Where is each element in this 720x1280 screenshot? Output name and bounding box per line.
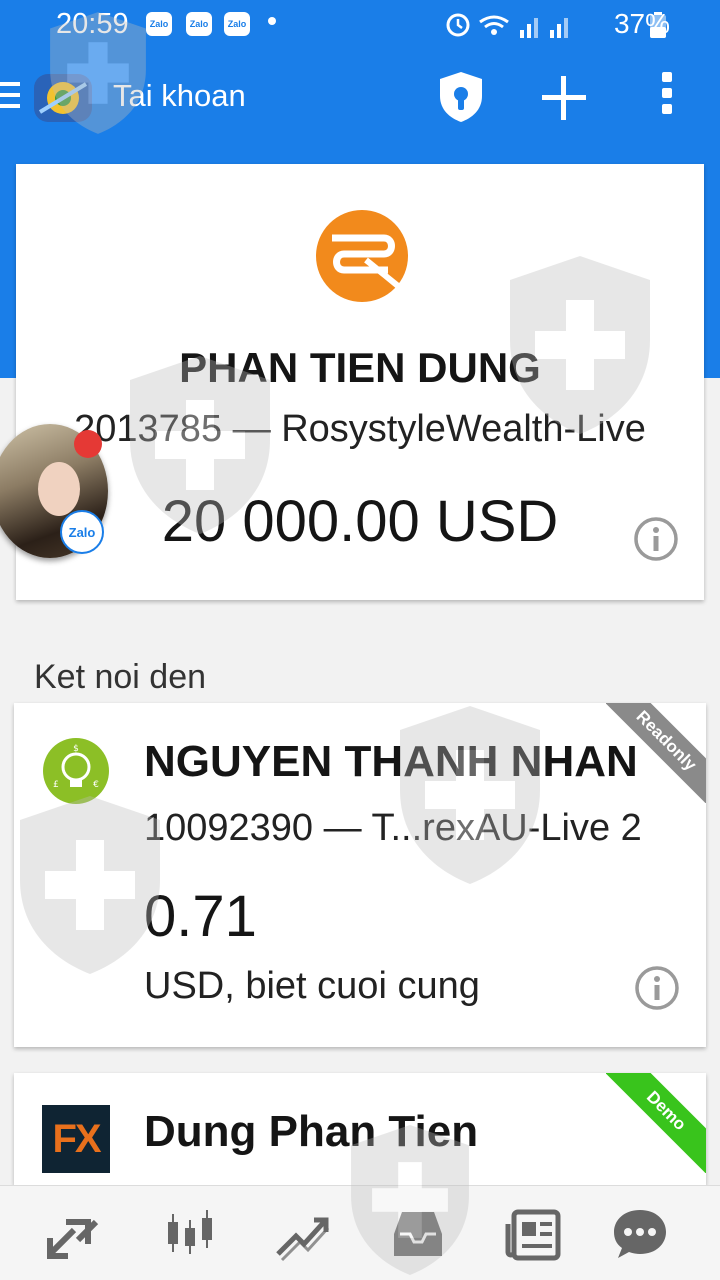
system-status-icons (446, 13, 568, 38)
main-account-card[interactable]: PHAN TIEN DUNG 2013785 — RosystyleWealth… (16, 164, 704, 600)
ribbon-label: Readonly (606, 703, 706, 803)
info-icon[interactable] (634, 965, 680, 1011)
svg-text:$: $ (73, 744, 79, 754)
svg-text:€: € (93, 780, 99, 790)
more-notifications-dot (268, 17, 276, 25)
chart-candles-icon[interactable] (160, 1204, 220, 1264)
zalo-notification-icon: Zalo (224, 12, 250, 36)
account-number-server: 2013785 — RosystyleWealth-Live (74, 408, 646, 450)
broker-logo: $ £ € (43, 738, 109, 804)
demo-ribbon: Demo (606, 1073, 706, 1173)
battery-icon (650, 12, 666, 38)
ribbon-label: Demo (606, 1073, 706, 1173)
app-bar: Tai khoan (0, 50, 720, 145)
account-balance: 0.71 (144, 884, 257, 949)
account-number-server: 10092390 — T...rexAU-Live 2 (144, 807, 642, 849)
add-account-icon[interactable] (540, 74, 588, 122)
account-card[interactable]: $ £ € NGUYEN THANH NHAN 10092390 — T...r… (14, 703, 706, 1047)
trade-icon[interactable] (272, 1204, 332, 1264)
history-icon[interactable] (388, 1204, 448, 1264)
broker-logo (316, 210, 408, 302)
zalo-notification-icon: Zalo (186, 12, 212, 36)
account-holder-name: PHAN TIEN DUNG (179, 344, 541, 391)
svg-text:£: £ (53, 780, 59, 790)
section-label: Ket noi den (34, 658, 207, 692)
status-time: 20:59 (56, 8, 129, 40)
account-holder-name: NGUYEN THANH NHAN (144, 737, 638, 786)
chat-head[interactable]: Zalo (0, 424, 114, 562)
app-title: Tai khoan (113, 78, 246, 113)
account-balance: 20 000.00 USD (161, 489, 559, 554)
info-icon[interactable] (633, 516, 679, 562)
metatrader-logo (34, 74, 92, 122)
bottom-navigation (0, 1185, 720, 1280)
chat-icon[interactable] (610, 1204, 670, 1264)
notification-badge (74, 430, 102, 458)
account-holder-name: Dung Phan Tien (144, 1107, 479, 1156)
zalo-badge-icon: Zalo (60, 510, 104, 554)
zalo-notification-icon: Zalo (146, 12, 172, 36)
menu-icon[interactable] (0, 82, 20, 112)
logo-text: FX (52, 1116, 101, 1161)
avatar-face (38, 462, 80, 516)
news-icon[interactable] (504, 1204, 564, 1264)
account-card[interactable]: FX Dung Phan Tien Demo (14, 1073, 706, 1185)
broker-logo: FX (42, 1105, 110, 1173)
readonly-ribbon: Readonly (606, 703, 706, 803)
quotes-icon[interactable] (44, 1204, 104, 1264)
balance-caption: USD, biet cuoi cung (144, 965, 480, 1007)
shield-lock-icon[interactable] (438, 70, 484, 124)
status-bar: 20:59 Zalo Zalo Zalo 37% (0, 0, 720, 50)
more-options-icon[interactable] (652, 72, 682, 122)
